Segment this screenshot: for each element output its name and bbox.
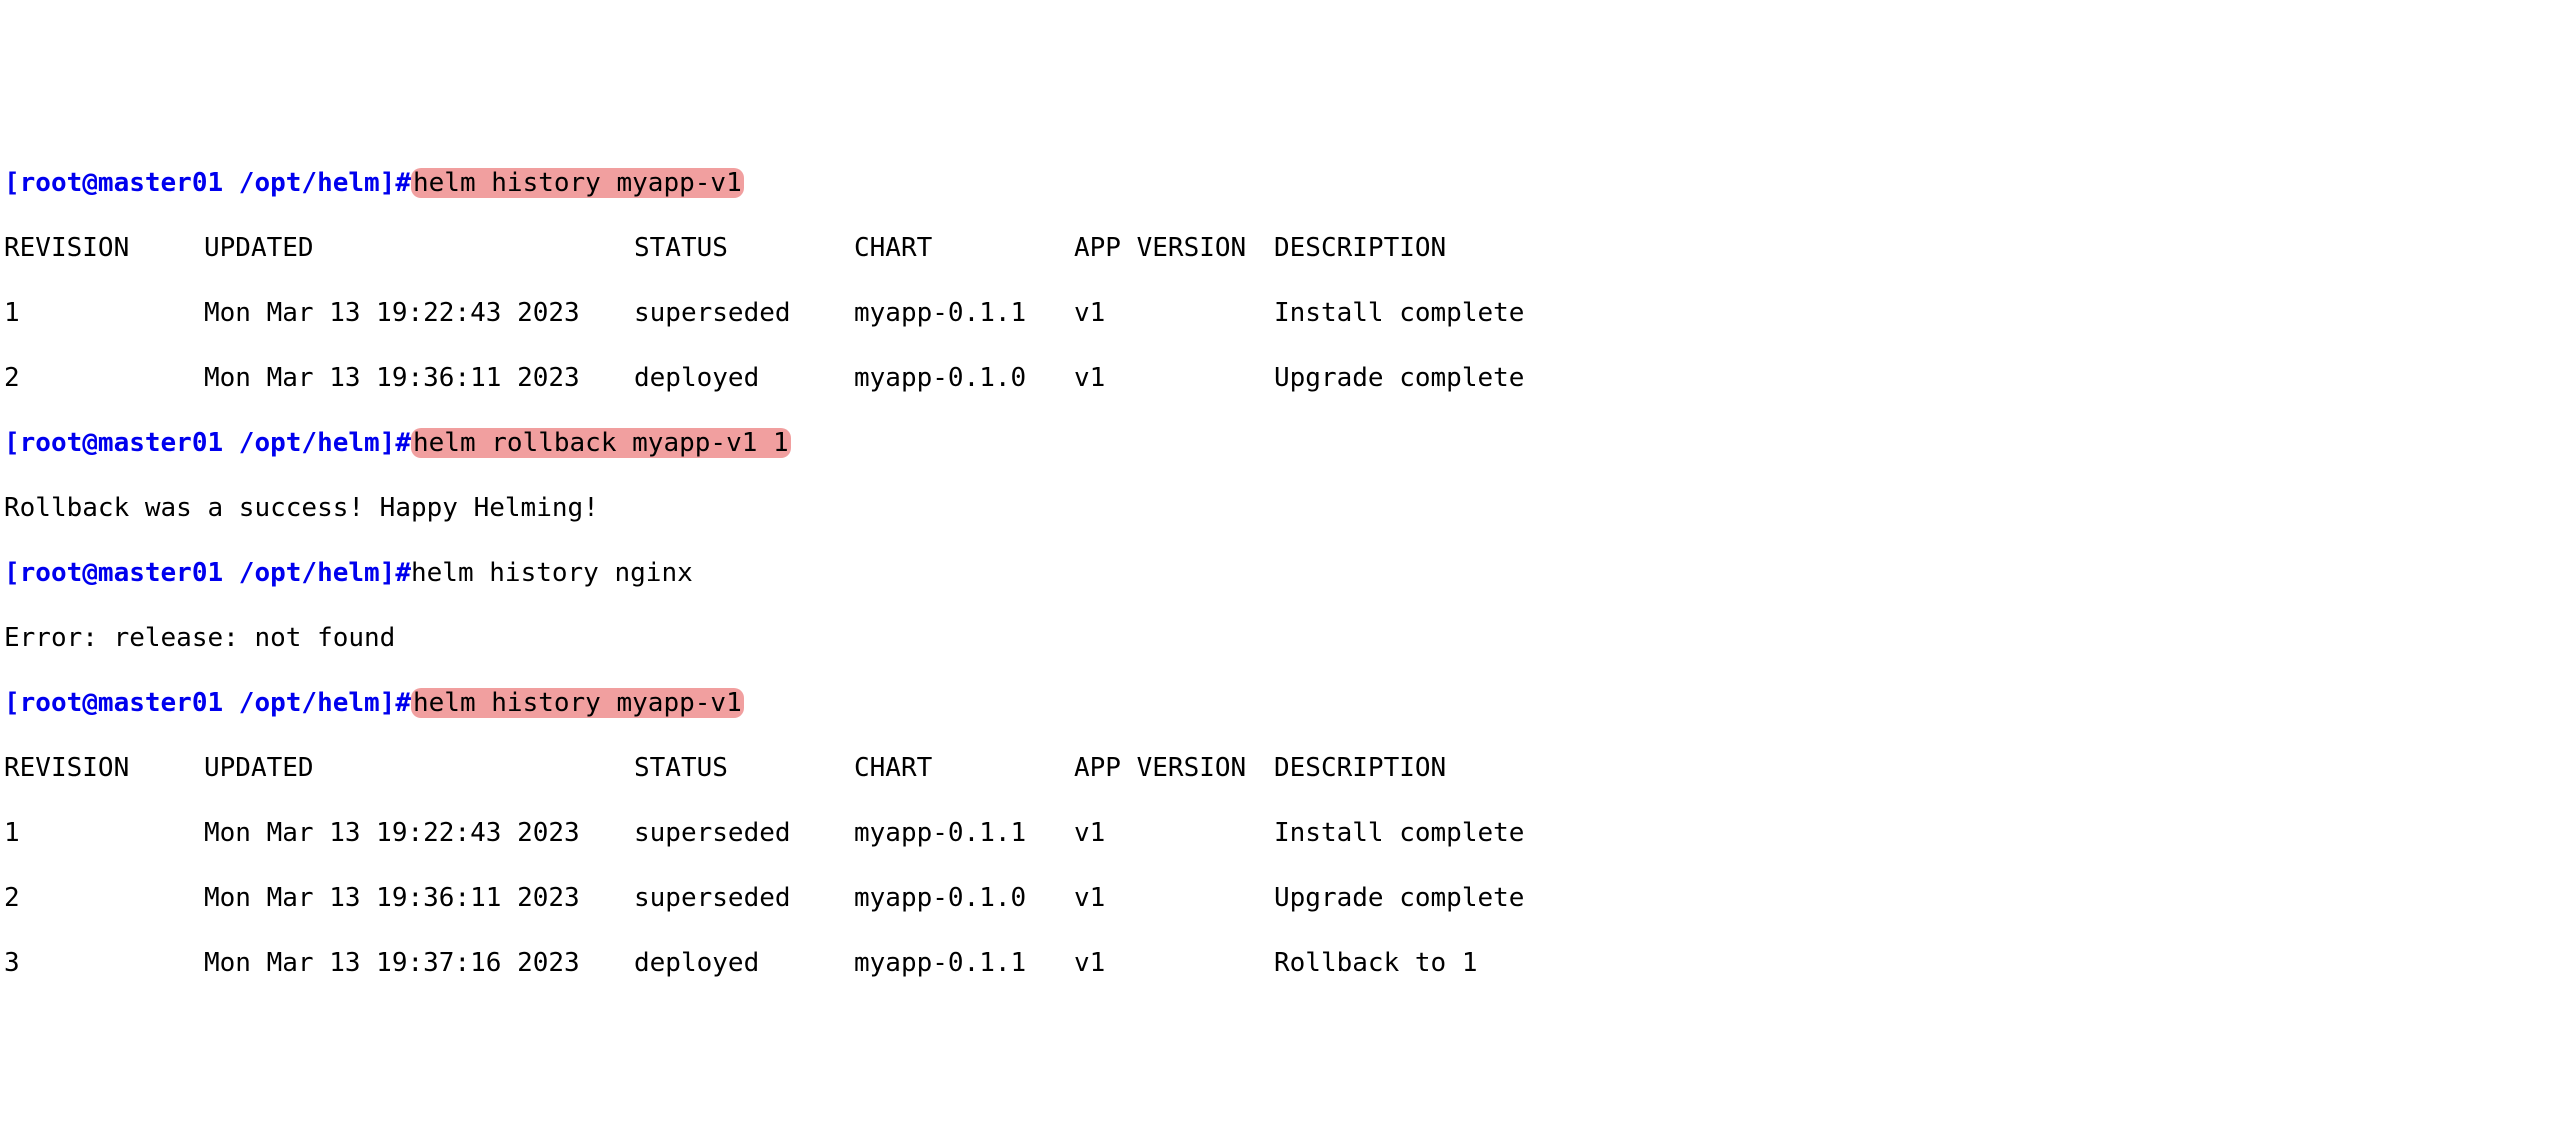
table-row: 2Mon Mar 13 19:36:11 2023deployedmyapp-0… <box>4 362 2562 395</box>
hdr-description: DESCRIPTION <box>1274 232 2562 265</box>
cell-updated: Mon Mar 13 19:36:11 2023 <box>204 882 634 915</box>
cell-version: v1 <box>1074 297 1274 330</box>
table-row: 3Mon Mar 13 19:37:16 2023deployedmyapp-0… <box>4 947 2562 980</box>
cell-chart: myapp-0.1.1 <box>854 817 1074 850</box>
cmd-line-3: [root@master01 /opt/helm]#helm history n… <box>4 557 2562 590</box>
cell-description: Upgrade complete <box>1274 882 2562 915</box>
prompt: [root@master01 /opt/helm]# <box>4 168 411 198</box>
hdr-status: STATUS <box>634 752 854 785</box>
cell-version: v1 <box>1074 362 1274 395</box>
cell-revision: 2 <box>4 362 204 395</box>
hdr-status: STATUS <box>634 232 854 265</box>
cell-status: deployed <box>634 947 854 980</box>
cell-updated: Mon Mar 13 19:22:43 2023 <box>204 817 634 850</box>
prompt: [root@master01 /opt/helm]# <box>4 688 411 718</box>
table-header: REVISIONUPDATEDSTATUSCHARTAPP VERSIONDES… <box>4 232 2562 265</box>
cmd-highlight: helm history myapp-v1 <box>411 688 744 718</box>
hdr-app-version: APP VERSION <box>1074 752 1274 785</box>
hdr-updated: UPDATED <box>204 752 634 785</box>
hdr-chart: CHART <box>854 232 1074 265</box>
cell-version: v1 <box>1074 882 1274 915</box>
cell-updated: Mon Mar 13 19:37:16 2023 <box>204 947 634 980</box>
cell-status: superseded <box>634 882 854 915</box>
hdr-app-version: APP VERSION <box>1074 232 1274 265</box>
cmd-highlight: helm rollback myapp-v1 1 <box>411 428 791 458</box>
cmd-line-2: [root@master01 /opt/helm]#helm rollback … <box>4 427 2562 460</box>
rollback-message: Rollback was a success! Happy Helming! <box>4 492 2562 525</box>
cell-revision: 1 <box>4 817 204 850</box>
cell-status: superseded <box>634 297 854 330</box>
cell-status: superseded <box>634 817 854 850</box>
cmd-line-4: [root@master01 /opt/helm]#helm history m… <box>4 687 2562 720</box>
cell-chart: myapp-0.1.0 <box>854 362 1074 395</box>
cmd-text: helm history nginx <box>411 558 693 588</box>
cell-status: deployed <box>634 362 854 395</box>
cell-description: Upgrade complete <box>1274 362 2562 395</box>
terminal-output: [root@master01 /opt/helm]#helm history m… <box>4 134 2562 1012</box>
cell-description: Install complete <box>1274 817 2562 850</box>
cmd-line-1: [root@master01 /opt/helm]#helm history m… <box>4 167 2562 200</box>
cell-chart: myapp-0.1.0 <box>854 882 1074 915</box>
cmd-highlight: helm history myapp-v1 <box>411 168 744 198</box>
cell-version: v1 <box>1074 817 1274 850</box>
cell-chart: myapp-0.1.1 <box>854 947 1074 980</box>
cell-updated: Mon Mar 13 19:36:11 2023 <box>204 362 634 395</box>
table-header: REVISIONUPDATEDSTATUSCHARTAPP VERSIONDES… <box>4 752 2562 785</box>
cell-revision: 1 <box>4 297 204 330</box>
cell-revision: 3 <box>4 947 204 980</box>
cell-updated: Mon Mar 13 19:22:43 2023 <box>204 297 634 330</box>
hdr-revision: REVISION <box>4 232 204 265</box>
cell-description: Rollback to 1 <box>1274 947 2562 980</box>
table-row: 1Mon Mar 13 19:22:43 2023supersededmyapp… <box>4 817 2562 850</box>
hdr-chart: CHART <box>854 752 1074 785</box>
cell-chart: myapp-0.1.1 <box>854 297 1074 330</box>
prompt: [root@master01 /opt/helm]# <box>4 558 411 588</box>
cell-revision: 2 <box>4 882 204 915</box>
cell-description: Install complete <box>1274 297 2562 330</box>
error-message: Error: release: not found <box>4 622 2562 655</box>
hdr-description: DESCRIPTION <box>1274 752 2562 785</box>
hdr-revision: REVISION <box>4 752 204 785</box>
table-row: 1Mon Mar 13 19:22:43 2023supersededmyapp… <box>4 297 2562 330</box>
table-row: 2Mon Mar 13 19:36:11 2023supersededmyapp… <box>4 882 2562 915</box>
cell-version: v1 <box>1074 947 1274 980</box>
prompt: [root@master01 /opt/helm]# <box>4 428 411 458</box>
hdr-updated: UPDATED <box>204 232 634 265</box>
